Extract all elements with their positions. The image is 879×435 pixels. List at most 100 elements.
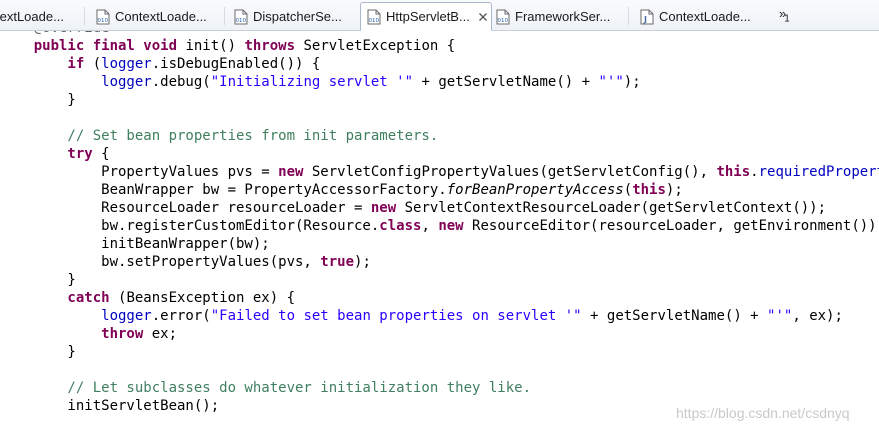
code-token: public final void	[0, 38, 186, 54]
svg-text:J: J	[643, 15, 647, 24]
code-token: new	[370, 200, 405, 216]
tab-overflow-button[interactable]: »1	[779, 6, 790, 25]
code-token: (BeansException ex) {	[118, 290, 296, 306]
code-token: (	[92, 56, 102, 72]
code-token: forBeanPropertyAccess	[446, 182, 624, 198]
code-token: ,	[421, 218, 439, 234]
tab-label: ContextLoade...	[659, 9, 751, 24]
code-token: logger	[0, 74, 152, 90]
code-token: this	[716, 164, 751, 180]
class-file-icon: 010	[234, 9, 248, 24]
code-token: throw	[0, 326, 152, 342]
code-token: ServletConfigPropertyValues(getServletCo…	[311, 164, 717, 180]
code-token: }	[0, 272, 76, 288]
code-token: {	[101, 146, 110, 162]
tab-label: FrameworkSer...	[515, 9, 611, 24]
code-token: (	[623, 182, 633, 198]
code-line: }	[0, 343, 76, 361]
code-line: }	[0, 91, 76, 109]
tab-framework-servlet[interactable]: 010 FrameworkSer...	[496, 3, 624, 30]
java-file-icon: J	[640, 9, 654, 24]
code-token: ResourceLoader resourceLoader =	[0, 200, 371, 216]
close-icon[interactable]	[478, 12, 488, 22]
code-token: .isDebugEnabled()) {	[151, 56, 321, 72]
code-token: bw.setPropertyValues(pvs,	[0, 254, 321, 270]
code-token: init()	[185, 38, 245, 54]
tab-dispatcher-servlet[interactable]: 010 DispatcherSe...	[234, 3, 359, 30]
class-file-icon: 010	[367, 9, 381, 24]
code-token: ex;	[151, 326, 178, 342]
code-token: + getServletName() +	[581, 308, 768, 324]
code-token: true	[320, 254, 355, 270]
svg-text:010: 010	[369, 18, 380, 24]
code-token: throws	[244, 38, 304, 54]
code-token: "'"	[767, 308, 793, 324]
code-line: BeanWrapper bw = PropertyAccessorFactory…	[0, 181, 683, 199]
tab-context-loader-2[interactable]: 010 ContextLoade...	[96, 3, 226, 30]
code-token: );	[665, 182, 683, 198]
code-token: ServletException {	[303, 38, 456, 54]
code-line: try {	[0, 145, 110, 163]
watermark: https://blog.csdn.net/csdnyq	[676, 405, 850, 421]
code-line: logger.error("Failed to set bean propert…	[0, 307, 843, 325]
code-token: );	[623, 74, 641, 90]
code-line: initBeanWrapper(bw);	[0, 235, 270, 253]
code-token: new	[278, 164, 312, 180]
code-token: requiredProperties	[758, 164, 879, 180]
code-token: // Set bean properties from init paramet…	[0, 128, 439, 144]
code-token: logger	[101, 56, 152, 72]
code-token: "'"	[598, 74, 624, 90]
code-token: initServletBean();	[0, 398, 220, 414]
code-line: bw.setPropertyValues(pvs, true);	[0, 253, 371, 271]
code-token: ResourceEditor(resourceLoader, getEnviro…	[472, 218, 879, 234]
editor-tab-bar: textLoade... 010 ContextLoade... 010 Dis…	[0, 0, 879, 31]
code-editor[interactable]: @Override public final void init() throw…	[0, 31, 879, 435]
code-token: + getServletName() +	[413, 74, 599, 90]
code-token: catch	[0, 290, 119, 306]
code-line: throw ex;	[0, 325, 177, 343]
code-token: bw.registerCustomEditor(Resource.	[0, 218, 380, 234]
svg-text:010: 010	[236, 18, 247, 24]
code-line: initServletBean();	[0, 397, 219, 415]
code-token: , ex);	[792, 308, 843, 324]
tab-http-servlet-bean[interactable]: 010 HttpServletB...	[360, 2, 492, 31]
code-token: PropertyValues pvs =	[0, 164, 279, 180]
code-token: // Let subclasses do whatever initializa…	[0, 380, 532, 396]
tab-label: textLoade...	[0, 9, 64, 24]
code-token: "Initializing servlet '"	[210, 74, 414, 90]
tab-context-loader-1[interactable]: textLoade...	[0, 3, 76, 30]
code-token: class	[379, 218, 422, 234]
tab-label: DispatcherSe...	[253, 9, 342, 24]
code-token: );	[354, 254, 371, 270]
code-token: }	[0, 344, 76, 360]
code-token: @Override	[0, 31, 110, 36]
code-token: if	[0, 56, 93, 72]
code-line: // Set bean properties from init paramet…	[0, 127, 438, 145]
code-token: "Failed to set bean properties on servle…	[210, 308, 582, 324]
tab-divider	[628, 7, 629, 25]
class-file-icon: 010	[96, 9, 110, 24]
code-line: }	[0, 271, 76, 289]
code-token: logger	[0, 308, 152, 324]
code-line: ResourceLoader resourceLoader = new Serv…	[0, 199, 826, 217]
tab-context-loader-java[interactable]: J ContextLoade...	[640, 3, 768, 30]
code-token: ServletContextResourceLoader(getServletC…	[404, 200, 827, 216]
code-token: }	[0, 92, 76, 108]
code-line: logger.debug("Initializing servlet '" + …	[0, 73, 641, 91]
code-token: .	[750, 164, 759, 180]
tab-divider	[84, 7, 85, 25]
code-token: .error(	[151, 308, 211, 324]
tab-label: ContextLoade...	[115, 9, 207, 24]
svg-text:010: 010	[98, 18, 109, 24]
code-token: try	[0, 146, 102, 162]
code-token: .debug(	[151, 74, 211, 90]
code-token: initBeanWrapper(bw);	[0, 236, 270, 252]
code-token: new	[438, 218, 473, 234]
code-token: BeanWrapper bw = PropertyAccessorFactory…	[0, 182, 447, 198]
code-line: catch (BeansException ex) {	[0, 289, 295, 307]
tab-label: HttpServletB...	[386, 9, 470, 24]
code-line: if (logger.isDebugEnabled()) {	[0, 55, 320, 73]
tab-divider	[224, 7, 225, 25]
code-line: // Let subclasses do whatever initializa…	[0, 379, 531, 397]
hidden-tab-count: 1	[784, 13, 790, 25]
